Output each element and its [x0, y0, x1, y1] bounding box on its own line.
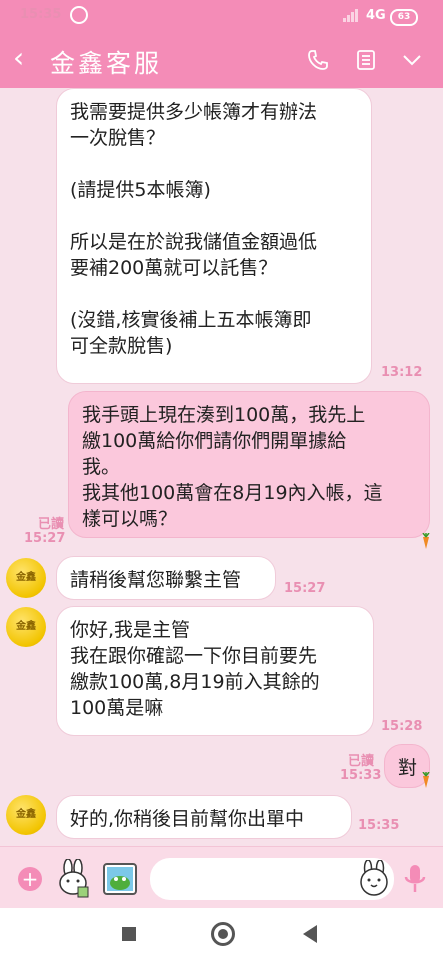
avatar[interactable]: 金鑫 [6, 558, 46, 598]
battery-icon: 63 [390, 9, 418, 26]
message-time: 13:12 [381, 365, 423, 380]
message-bubble-outgoing: 我手頭上現在湊到100萬，我先上 繳100萬給你們請你們開單據給 我。 我其他1… [68, 391, 430, 538]
message-bubble-incoming: 你好,我是主管 我在跟你確認一下你目前要先 繳款100萬,8月19前入其餘的 1… [56, 606, 374, 736]
chat-title: 金鑫客服 [50, 49, 163, 78]
chat-area[interactable]: 我需要提供多少帳簿才有辦法 一次脫售？ (請提供5本帳簿) 所以是在於說我儲值金… [0, 88, 443, 846]
message-text: 我手頭上現在湊到100萬，我先上 繳100萬給你們請你們開單據給 我。 我其他1… [82, 404, 383, 530]
system-nav-bar [0, 908, 443, 960]
image-icon[interactable] [103, 863, 137, 895]
carrot-icon [422, 533, 430, 549]
phone-icon[interactable] [306, 48, 330, 72]
carrot-icon [422, 772, 430, 788]
chevron-down-icon[interactable] [400, 48, 424, 72]
back-button[interactable] [303, 925, 317, 943]
plus-icon[interactable]: + [18, 867, 42, 891]
back-icon[interactable]: ‹ [13, 44, 24, 72]
message-time: 15:35 [358, 818, 400, 833]
message-text: 對 [398, 757, 418, 779]
status-bar: 15:35 4G 63 [0, 0, 443, 32]
avatar[interactable]: 金鑫 [6, 607, 46, 647]
message-text: 請稍後幫您聯繫主管 [70, 569, 242, 591]
chat-header: ‹ 金鑫客服 [0, 32, 443, 88]
message-text: 好的,你稍後目前幫你出單中 [70, 808, 305, 830]
emoji-icon[interactable] [356, 860, 392, 896]
microphone-icon[interactable] [403, 863, 427, 895]
network-type: 4G [366, 8, 386, 23]
message-bubble-incoming: 好的,你稍後目前幫你出單中 [56, 795, 352, 839]
read-receipt: 已讀 [347, 754, 374, 769]
recent-apps-button[interactable] [122, 927, 136, 941]
message-bubble-incoming: 我需要提供多少帳簿才有辦法 一次脫售？ (請提供5本帳簿) 所以是在於說我儲值金… [56, 88, 372, 384]
message-text: 你好,我是主管 我在跟你確認一下你目前要先 繳款100萬,8月19前入其餘的 1… [70, 619, 320, 719]
message-bubble-incoming: 請稍後幫您聯繫主管 [56, 556, 276, 600]
avatar[interactable]: 金鑫 [6, 795, 46, 835]
alarm-icon [70, 6, 88, 24]
status-time: 15:35 [20, 7, 62, 22]
message-time: 15:28 [381, 719, 423, 734]
read-receipt: 已讀 [37, 517, 64, 532]
message-text: 我需要提供多少帳簿才有辦法 一次脫售？ (請提供5本帳簿) 所以是在於說我儲值金… [70, 101, 318, 357]
home-button[interactable] [211, 922, 235, 946]
message-time: 15:33 [340, 768, 382, 783]
message-time: 15:27 [284, 581, 326, 596]
signal-icon [343, 8, 361, 22]
message-composer: + [0, 846, 443, 909]
sticker-icon[interactable] [54, 859, 94, 899]
message-time: 15:27 [24, 531, 66, 546]
notes-icon[interactable] [354, 48, 378, 72]
